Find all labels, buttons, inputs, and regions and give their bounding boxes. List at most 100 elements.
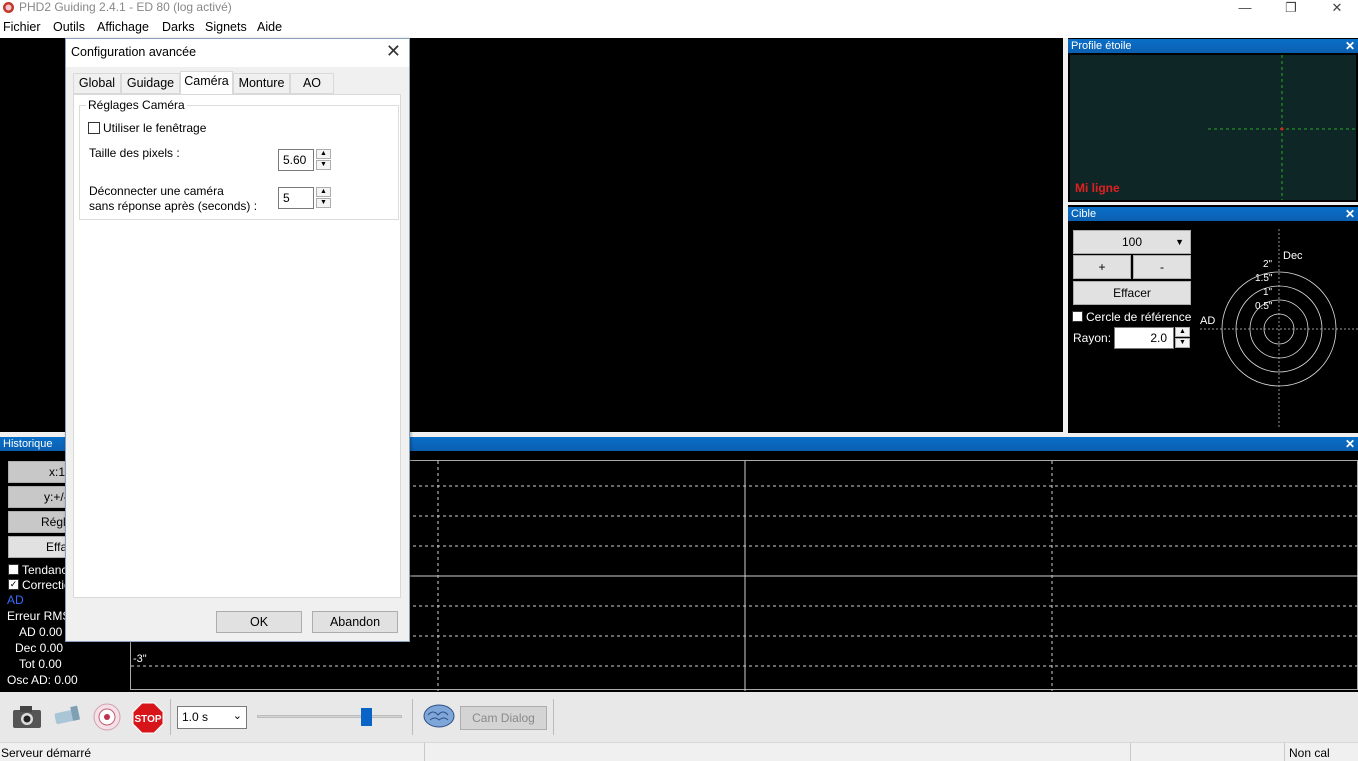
minimize-icon[interactable]: — (1222, 0, 1268, 17)
menu-outils[interactable]: Outils (53, 20, 85, 34)
brain-icon[interactable] (422, 703, 456, 731)
menu-darks[interactable]: Darks (162, 20, 195, 34)
maximize-icon[interactable]: ❐ (1268, 0, 1314, 17)
trend-checkbox[interactable] (8, 564, 19, 575)
ring-label-1-5: 1.5" (1255, 273, 1273, 284)
status-text: Serveur démarré (1, 746, 92, 760)
star-profile-plot: Mi ligne (1070, 55, 1356, 200)
tab-monture[interactable]: Monture (233, 73, 290, 94)
gamma-slider-track[interactable] (257, 715, 402, 718)
star-profile-title: Profile étoile (1071, 40, 1132, 52)
tab-global[interactable]: Global (73, 73, 121, 94)
guide-target-icon[interactable] (92, 702, 122, 732)
spin-down-icon[interactable]: ▼ (316, 160, 331, 170)
radius-input[interactable]: 2.0 (1114, 327, 1174, 349)
ra-legend: AD (7, 593, 24, 607)
exposure-select[interactable]: 1.0 s ⌄ (177, 706, 247, 729)
close-window-icon[interactable]: ✕ (1314, 0, 1358, 17)
chevron-down-icon: ▼ (1175, 237, 1184, 247)
telescope-icon[interactable] (52, 704, 82, 730)
star-profile-header: Profile étoile ✕ (1068, 39, 1358, 53)
camera-settings-group: Réglages Caméra Utiliser le fenêtrage Ta… (79, 98, 399, 220)
menu-affichage[interactable]: Affichage (97, 20, 149, 34)
ref-circle-checkbox[interactable] (1072, 311, 1083, 322)
gamma-slider-thumb[interactable] (361, 708, 372, 726)
ring-label-2: 2" (1263, 259, 1273, 270)
toolbar-separator (170, 699, 171, 735)
corrections-checkbox[interactable]: ✓ (8, 579, 19, 590)
menu-signets[interactable]: Signets (205, 20, 247, 34)
cam-dialog-button[interactable]: Cam Dialog (460, 706, 547, 730)
tab-camera[interactable]: Caméra (180, 71, 233, 95)
spin-down-icon[interactable]: ▼ (1175, 338, 1190, 348)
disconnect-spin-arrows[interactable]: ▲ ▼ (316, 187, 331, 209)
clear-target-button[interactable]: Effacer (1073, 281, 1191, 305)
zoom-in-button[interactable]: + (1073, 255, 1131, 279)
target-panel: Cible ✕ 100 ▼ + - Effacer Cercle de réfé… (1068, 205, 1358, 433)
dec-rms: Dec 0.00 (15, 641, 64, 655)
window-titlebar: PHD2 Guiding 2.4.1 - ED 80 (log activé) … (0, 0, 1358, 17)
disconnect-label-line1: Déconnecter une caméra (89, 184, 224, 198)
osc-ra: Osc AD: 0.00 (7, 673, 78, 687)
cancel-button[interactable]: Abandon (312, 611, 398, 633)
dialog-title: Configuration avancée (71, 45, 197, 59)
ok-button[interactable]: OK (216, 611, 302, 633)
ra-rms: AD 0.00 (19, 625, 63, 639)
menu-fichier[interactable]: Fichier (3, 20, 41, 34)
menu-bar: Fichier Outils Affichage Darks Signets A… (0, 17, 1358, 38)
calibration-status: Non cal (1289, 746, 1330, 760)
ring-label-1: 1" (1263, 287, 1273, 298)
dialog-titlebar: Configuration avancée ✕ (66, 39, 409, 67)
pixel-size-spin-arrows[interactable]: ▲ ▼ (316, 149, 331, 171)
disconnect-timeout-input[interactable]: 5 (278, 187, 314, 209)
status-separator (1130, 743, 1131, 761)
use-subframes-checkbox[interactable] (88, 122, 100, 134)
close-icon[interactable]: ✕ (386, 41, 401, 62)
ref-circle-label: Cercle de référence (1086, 310, 1192, 324)
ra-axis-label: AD (1200, 315, 1215, 327)
target-title: Cible (1071, 208, 1097, 220)
zoom-value: 100 (1121, 235, 1143, 249)
loop-camera-icon[interactable] (12, 704, 42, 730)
pixel-size-input[interactable]: 5.60 (278, 149, 314, 171)
ring-label-0-5: 0.5" (1255, 301, 1273, 312)
status-separator (1284, 743, 1285, 761)
zoom-select[interactable]: 100 ▼ (1073, 230, 1191, 254)
disconnect-label-line2: sans réponse après (seconds) : (89, 199, 258, 213)
dec-axis-label: Dec (1283, 250, 1303, 262)
radius-spin-arrows[interactable]: ▲ ▼ (1175, 327, 1190, 349)
star-profile-panel: Profile étoile ✕ Mi ligne (1068, 38, 1358, 202)
tot-rms: Tot 0.00 (19, 657, 62, 671)
mid-line-label: Mi ligne (1075, 181, 1120, 195)
advanced-settings-dialog: Configuration avancée ✕ Global Guidage C… (65, 38, 410, 642)
window-title: PHD2 Guiding 2.4.1 - ED 80 (log activé) (19, 0, 232, 14)
spin-up-icon[interactable]: ▲ (316, 187, 331, 197)
y-axis-min-label: -3" (133, 653, 147, 665)
tab-guidage[interactable]: Guidage (121, 73, 180, 94)
spin-up-icon[interactable]: ▲ (316, 149, 331, 159)
spin-up-icon[interactable]: ▲ (1175, 327, 1190, 337)
camera-tab-page: Réglages Caméra Utiliser le fenêtrage Ta… (73, 94, 401, 598)
toolbar-separator (412, 699, 413, 735)
toolbar-separator (553, 699, 554, 735)
tab-ao[interactable]: AO (290, 73, 334, 94)
zoom-out-button[interactable]: - (1133, 255, 1191, 279)
crosshair-graphic (1208, 55, 1356, 200)
status-bar: Serveur démarré Non cal (0, 742, 1358, 761)
close-panel-icon[interactable]: ✕ (1345, 437, 1355, 451)
pixel-size-label: Taille des pixels : (89, 146, 180, 160)
close-panel-icon[interactable]: ✕ (1345, 39, 1355, 53)
exposure-value: 1.0 s (182, 710, 209, 724)
close-panel-icon[interactable]: ✕ (1345, 207, 1355, 221)
history-title: Historique (3, 438, 53, 450)
corrections-label: Correctic (22, 578, 71, 592)
target-header: Cible ✕ (1068, 207, 1358, 221)
status-separator (424, 743, 425, 761)
stop-icon[interactable]: STOP (132, 702, 164, 734)
menu-aide[interactable]: Aide (257, 20, 282, 34)
bottom-toolbar: STOP 1.0 s ⌄ Cam Dialog (0, 692, 1358, 742)
trend-label: Tendanc (22, 563, 68, 577)
spin-down-icon[interactable]: ▼ (316, 198, 331, 208)
group-title: Réglages Caméra (86, 98, 187, 112)
rms-title: Erreur RMS (7, 609, 71, 623)
